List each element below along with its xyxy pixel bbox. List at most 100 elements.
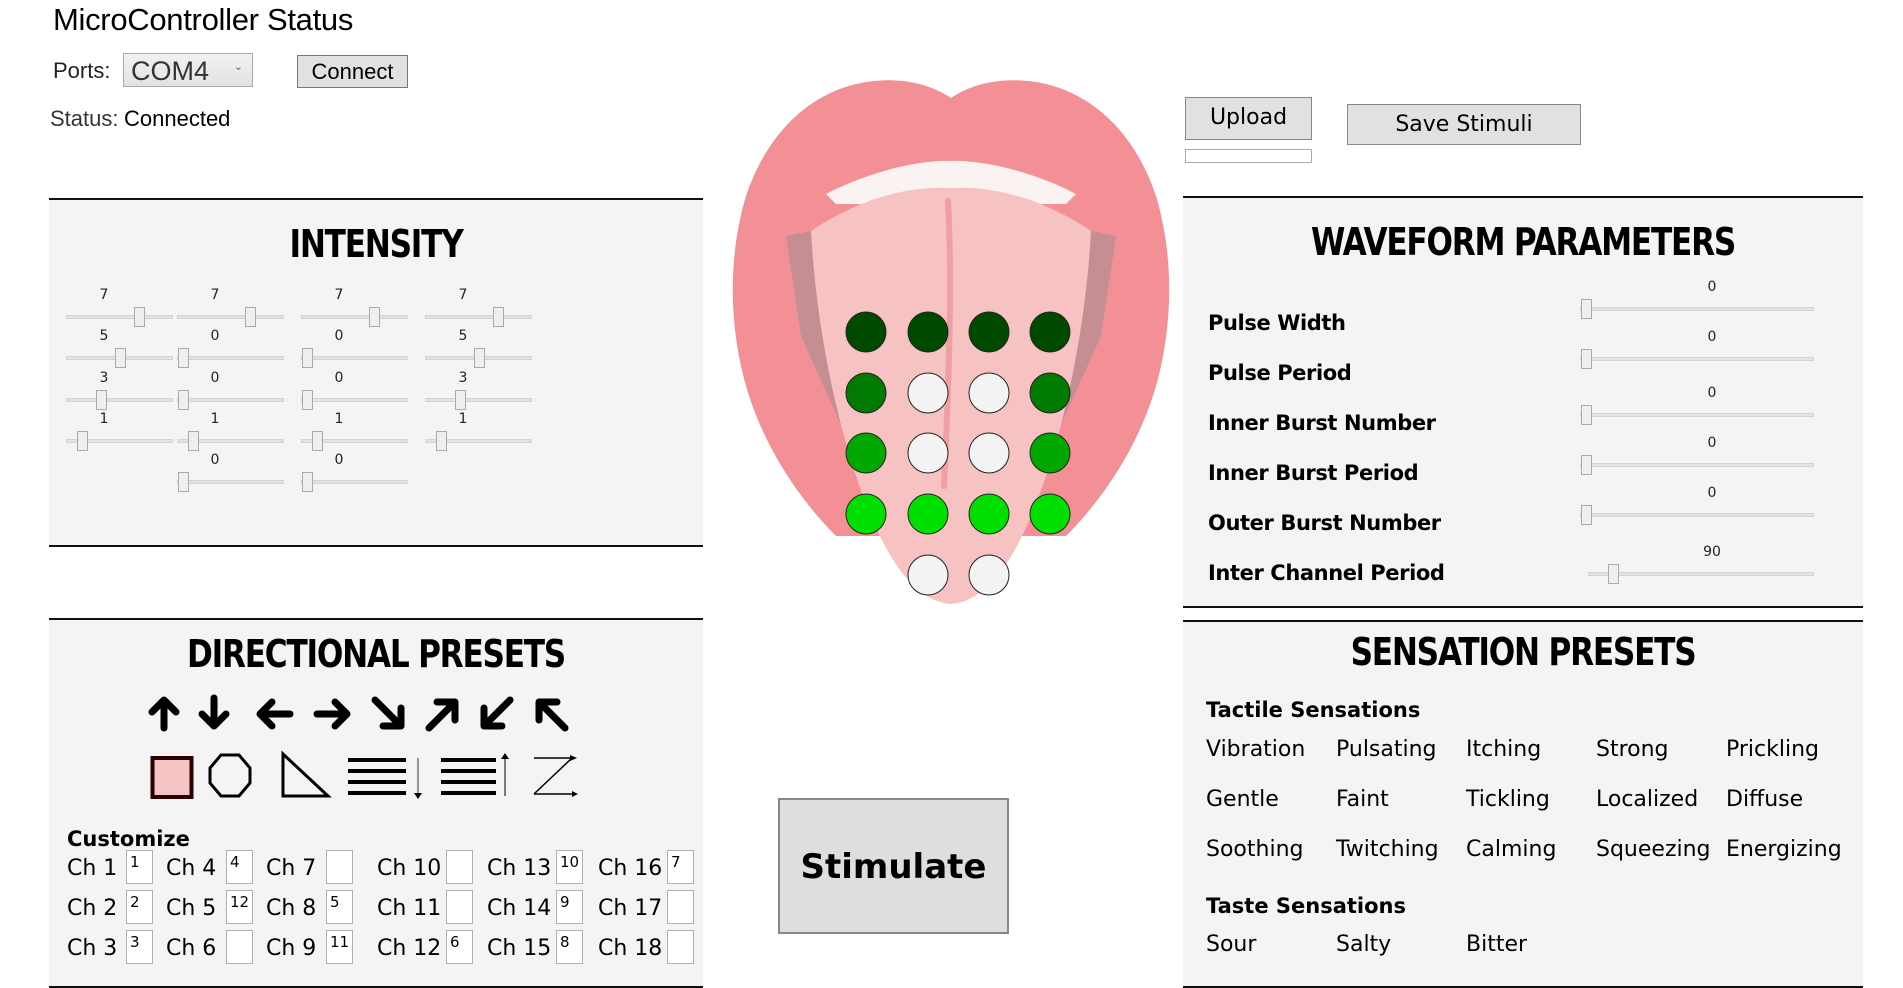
slider-thumb[interactable] [76,431,88,451]
channel-order-input[interactable]: 2 [126,890,153,924]
lines-sweep-up-icon[interactable] [441,750,511,800]
sensation-preset-button[interactable]: Energizing [1726,837,1842,862]
channel-order-input[interactable] [667,890,694,924]
sensation-preset-button[interactable]: Tickling [1466,787,1550,812]
intensity-slider[interactable]: 0 [301,452,408,492]
slider-thumb[interactable] [133,307,145,327]
channel-order-input[interactable] [226,930,253,964]
electrode[interactable] [845,311,887,353]
slider-thumb[interactable] [454,390,466,410]
electrode[interactable] [845,432,887,474]
slider-thumb[interactable] [302,472,313,492]
arrow-down-left-icon[interactable] [476,694,516,734]
electrode[interactable] [907,311,949,353]
electrode[interactable] [968,432,1010,474]
sensation-preset-button[interactable]: Pulsating [1336,737,1437,762]
square-icon[interactable] [150,750,195,800]
slider-thumb[interactable] [95,390,107,410]
intensity-slider[interactable]: 3 [66,370,173,410]
slider-thumb[interactable] [311,431,323,451]
slider-thumb[interactable] [178,390,189,410]
electrode[interactable] [845,493,887,535]
arrow-up-icon[interactable] [144,694,184,734]
connect-button[interactable]: Connect [297,55,408,88]
electrode[interactable] [907,372,949,414]
channel-order-input[interactable] [446,850,473,884]
electrode[interactable] [1029,372,1071,414]
slider-thumb[interactable] [1608,564,1620,584]
port-select[interactable]: COM4 ⌄ [123,53,253,87]
channel-order-input[interactable] [667,930,694,964]
slider-thumb[interactable] [178,472,189,492]
intensity-slider[interactable]: 1 [177,411,284,451]
stimulate-button[interactable]: Stimulate [778,798,1009,934]
intensity-slider[interactable]: 1 [301,411,408,451]
intensity-slider[interactable]: 7 [301,287,408,327]
waveform-param-slider[interactable]: 0 [1580,329,1814,369]
channel-order-input[interactable] [446,890,473,924]
slider-thumb[interactable] [1581,455,1592,475]
channel-order-input[interactable]: 6 [446,930,473,964]
channel-order-input[interactable]: 1 [126,850,153,884]
waveform-param-slider[interactable]: 0 [1580,435,1814,475]
sensation-preset-button[interactable]: Strong [1596,737,1669,762]
channel-order-input[interactable]: 7 [667,850,694,884]
channel-order-input[interactable]: 12 [226,890,253,924]
slider-thumb[interactable] [1581,299,1592,319]
intensity-slider[interactable]: 0 [177,328,284,368]
intensity-slider[interactable]: 1 [66,411,173,451]
upload-button[interactable]: Upload [1185,97,1312,140]
electrode[interactable] [968,372,1010,414]
channel-order-input[interactable]: 4 [226,850,253,884]
channel-order-input[interactable]: 9 [556,890,583,924]
sensation-preset-button[interactable]: Calming [1466,837,1556,862]
intensity-slider[interactable]: 5 [425,328,532,368]
slider-thumb[interactable] [1581,349,1592,369]
waveform-param-slider[interactable]: 90 [1588,544,1814,584]
intensity-slider[interactable]: 7 [66,287,173,327]
sensation-preset-button[interactable]: Twitching [1336,837,1439,862]
intensity-slider[interactable]: 0 [301,370,408,410]
arrow-up-right-icon[interactable] [423,694,463,734]
electrode[interactable] [1029,432,1071,474]
slider-thumb[interactable] [244,307,256,327]
electrode[interactable] [1029,311,1071,353]
taste-preset-button[interactable]: Bitter [1466,932,1527,957]
save-stimuli-button[interactable]: Save Stimuli [1347,104,1581,145]
slider-thumb[interactable] [473,348,485,368]
intensity-slider[interactable]: 0 [177,452,284,492]
slider-thumb[interactable] [435,431,447,451]
waveform-param-slider[interactable]: 0 [1580,279,1814,319]
waveform-param-slider[interactable]: 0 [1580,385,1814,425]
channel-order-input[interactable] [326,850,353,884]
channel-order-input[interactable]: 11 [326,930,353,964]
electrode[interactable] [907,493,949,535]
slider-thumb[interactable] [492,307,504,327]
octagon-icon[interactable] [208,750,252,800]
arrow-right-icon[interactable] [313,694,353,734]
sensation-preset-button[interactable]: Diffuse [1726,787,1803,812]
sensation-preset-button[interactable]: Soothing [1206,837,1303,862]
sensation-preset-button[interactable]: Vibration [1206,737,1305,762]
intensity-slider[interactable]: 7 [425,287,532,327]
channel-order-input[interactable]: 10 [556,850,583,884]
taste-preset-button[interactable]: Sour [1206,932,1256,957]
sensation-preset-button[interactable]: Itching [1466,737,1541,762]
slider-thumb[interactable] [1581,505,1592,525]
slider-thumb[interactable] [178,348,189,368]
intensity-slider[interactable]: 5 [66,328,173,368]
electrode[interactable] [907,432,949,474]
sensation-preset-button[interactable]: Squeezing [1596,837,1711,862]
channel-order-input[interactable]: 3 [126,930,153,964]
z-pattern-icon[interactable] [532,750,578,800]
intensity-slider[interactable]: 7 [177,287,284,327]
triangle-icon[interactable] [280,750,332,800]
electrode[interactable] [968,554,1010,596]
slider-thumb[interactable] [1581,405,1592,425]
arrow-down-right-icon[interactable] [369,694,409,734]
sensation-preset-button[interactable]: Localized [1596,787,1698,812]
taste-preset-button[interactable]: Salty [1336,932,1391,957]
intensity-slider[interactable]: 1 [425,411,532,451]
sensation-preset-button[interactable]: Gentle [1206,787,1279,812]
waveform-param-slider[interactable]: 0 [1580,485,1814,525]
